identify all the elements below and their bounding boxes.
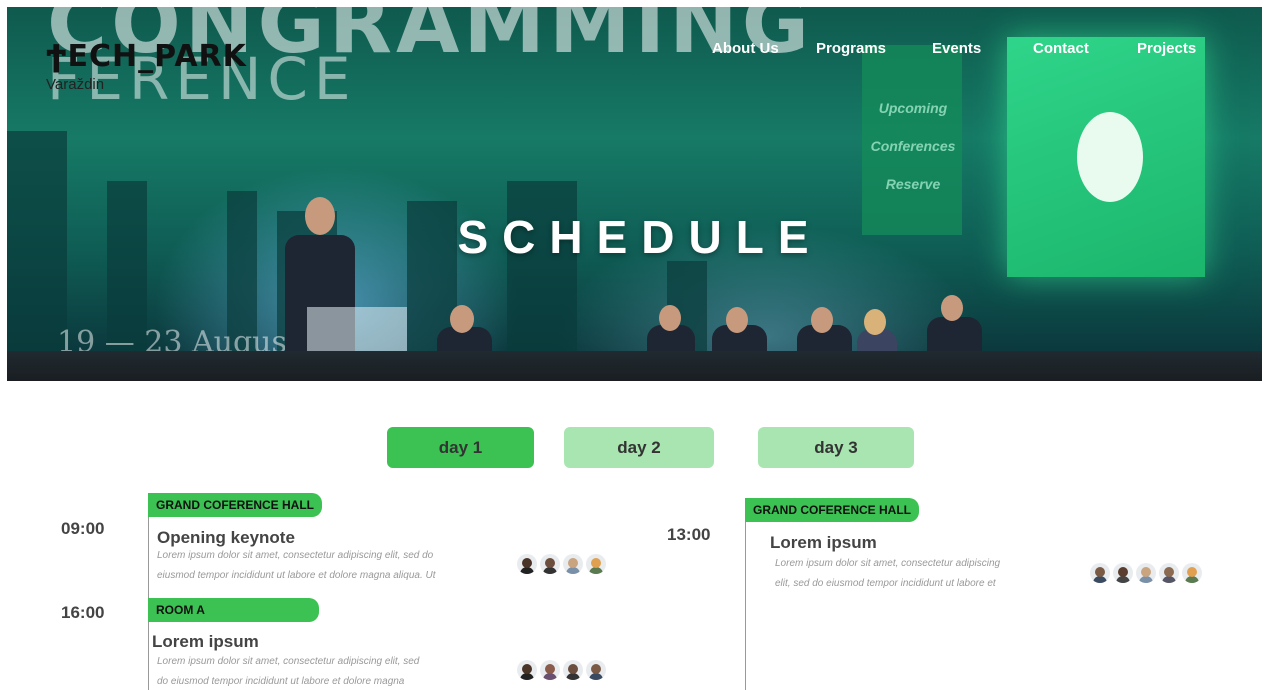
nav-about-us[interactable]: About Us bbox=[712, 40, 779, 57]
speaker-avatar[interactable] bbox=[586, 660, 606, 680]
tab-day-1[interactable]: day 1 bbox=[387, 427, 534, 468]
logo-subtitle: Varaždin bbox=[46, 76, 105, 93]
session-description-line: eiusmod tempor incididunt ut labore et d… bbox=[157, 570, 436, 581]
speaker-avatar[interactable] bbox=[1182, 563, 1202, 583]
page-title: SCHEDULE bbox=[457, 211, 823, 263]
dropdown-item-upcoming[interactable]: Upcoming bbox=[868, 100, 958, 116]
timeline-right bbox=[745, 512, 746, 690]
room-badge: GRAND COFERENCE HALL bbox=[148, 493, 322, 517]
dropdown-item-conferences[interactable]: Conferences bbox=[868, 138, 958, 154]
speaker-avatars bbox=[1090, 563, 1202, 583]
nav-contact[interactable]: Contact bbox=[1033, 40, 1089, 57]
speaker-avatar[interactable] bbox=[563, 554, 583, 574]
room-badge: ROOM A bbox=[148, 598, 319, 622]
session-title[interactable]: Lorem ipsum bbox=[152, 632, 259, 652]
speaker-avatar[interactable] bbox=[586, 554, 606, 574]
speaker-avatar[interactable] bbox=[563, 660, 583, 680]
speaker-avatar[interactable] bbox=[517, 660, 537, 680]
tab-day-3[interactable]: day 3 bbox=[758, 427, 914, 468]
speaker-avatars bbox=[517, 554, 606, 574]
tab-day-2[interactable]: day 2 bbox=[564, 427, 714, 468]
site-logo[interactable]: ϮECH_PARK Varaždin bbox=[46, 39, 247, 94]
nav-events[interactable]: Events bbox=[932, 40, 981, 57]
speaker-avatar[interactable] bbox=[1090, 563, 1110, 583]
speaker-avatar[interactable] bbox=[540, 660, 560, 680]
speaker-avatar[interactable] bbox=[1136, 563, 1156, 583]
dropdown-item-reserve[interactable]: Reserve bbox=[868, 176, 958, 192]
speaker-avatar[interactable] bbox=[540, 554, 560, 574]
speaker-avatars bbox=[517, 660, 606, 680]
session-title[interactable]: Opening keynote bbox=[157, 528, 295, 548]
session-description-line: Lorem ipsum dolor sit amet, consectetur … bbox=[157, 550, 434, 561]
logo-text: ϮECH_PARK bbox=[46, 39, 247, 74]
session-time: 09:00 bbox=[61, 519, 105, 538]
session-time: 16:00 bbox=[61, 603, 105, 622]
session-description-line: Lorem ipsum dolor sit amet, consectetur … bbox=[775, 558, 1001, 569]
speaker-avatar[interactable] bbox=[1159, 563, 1179, 583]
programs-dropdown: Upcoming Conferences Reserve bbox=[868, 100, 958, 214]
session-time: 13:00 bbox=[667, 525, 711, 544]
nav-programs[interactable]: Programs bbox=[816, 40, 886, 57]
speaker-avatar[interactable] bbox=[517, 554, 537, 574]
room-badge: GRAND COFERENCE HALL bbox=[745, 498, 919, 522]
nav-projects[interactable]: Projects bbox=[1137, 40, 1196, 57]
speaker-avatar[interactable] bbox=[1113, 563, 1133, 583]
session-description-line: Lorem ipsum dolor sit amet, consectetur … bbox=[157, 656, 420, 667]
session-description-line: do eiusmod tempor incididunt ut labore e… bbox=[157, 676, 405, 687]
session-title[interactable]: Lorem ipsum bbox=[770, 533, 877, 553]
session-description-line: elit, sed do eiusmod tempor incididunt u… bbox=[775, 578, 996, 589]
